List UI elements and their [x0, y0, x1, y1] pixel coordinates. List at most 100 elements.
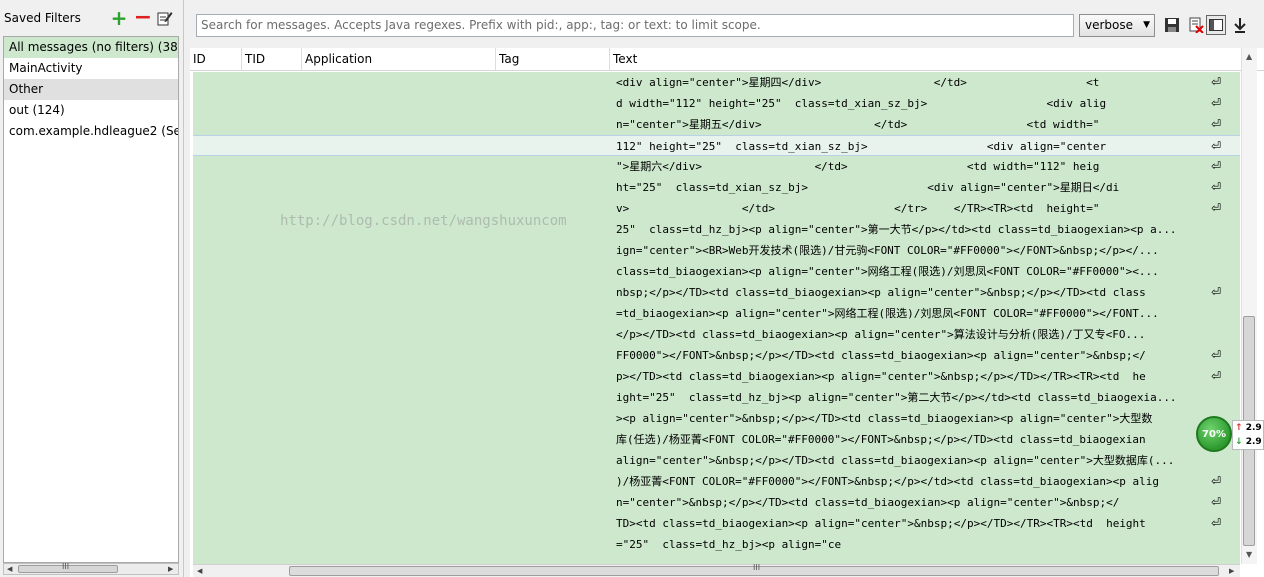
table-body: <div align="center">星期四</div> </td> <t ⏎ d… [193, 72, 1240, 564]
column-header-application[interactable]: Application [302, 48, 496, 71]
scroll-down-icon[interactable]: ▼ [1246, 550, 1252, 559]
log-text-cell: ">星期六</div> </td> <td width="112" heig [616, 160, 1100, 173]
filter-item-other[interactable]: Other [4, 79, 178, 100]
table-row[interactable]: ><p align="center">&nbsp;</p></TD><td cl… [193, 408, 1240, 429]
edit-filter-icon[interactable] [157, 10, 173, 26]
line-wrap-icon: ⏎ [1211, 285, 1222, 299]
table-row[interactable]: <div align="center">星期四</div> </td> <t ⏎ [193, 72, 1240, 93]
column-header-tag[interactable]: Tag [496, 48, 610, 71]
filter-list-hscrollbar[interactable]: ◀ III ▶ [3, 562, 179, 575]
scroll-left-icon[interactable]: ◀ [7, 565, 12, 573]
log-text-cell: ight="25" class=td_hz_bj><p align="cente… [616, 391, 1177, 404]
filter-label: MainActivity [9, 61, 83, 75]
table-row[interactable]: )/杨亚菁<FONT COLOR="#FF0000"></FONT>&nbsp;… [193, 471, 1240, 492]
search-input[interactable]: Search for messages. Accepts Java regexe… [196, 14, 1074, 37]
upload-line: ↑ 2.9 [1233, 421, 1263, 435]
scroll-lock-icon[interactable] [1230, 15, 1250, 35]
table-row[interactable]: align="center">&nbsp;</p></TD><td class=… [193, 450, 1240, 471]
table-row[interactable]: nbsp;</p></TD><td class=td_biaogexian><p… [193, 282, 1240, 303]
scroll-up-icon[interactable]: ▲ [1246, 52, 1252, 61]
line-wrap-icon: ⏎ [1211, 516, 1222, 530]
line-wrap-icon: ⏎ [1211, 495, 1222, 509]
table-row[interactable]: 库(任选)/杨亚菁<FONT COLOR="#FF0000"></FONT>&n… [193, 429, 1240, 450]
chevron-down-icon: ▼ [1143, 20, 1150, 30]
log-text-cell: TD><td class=td_biaogexian><p align="cen… [616, 517, 1146, 530]
log-text-cell: n="center">&nbsp;</p></TD><td class=td_b… [616, 496, 1120, 509]
filter-label: All messages (no filters) (381 [9, 40, 178, 54]
download-arrow-icon: ↓ [1235, 437, 1243, 447]
table-row[interactable]: class=td_biaogexian><p align="center">网络… [193, 261, 1240, 282]
column-header-text[interactable]: Text [610, 48, 1240, 71]
line-wrap-icon: ⏎ [1211, 117, 1222, 131]
filter-label: Other [9, 82, 44, 96]
table-row[interactable]: p></TD><td class=td_biaogexian><p align=… [193, 366, 1240, 387]
filter-item-out[interactable]: out (124) [4, 100, 178, 121]
log-text-cell: 25" class=td_hz_bj><p align="center">第一大… [616, 223, 1177, 236]
log-text-cell: align="center">&nbsp;</p></TD><td class=… [616, 454, 1175, 467]
log-text-cell: 112" height="25" class=td_xian_sz_bj> <d… [616, 140, 1107, 153]
download-line: ↓ 2.9 [1233, 435, 1263, 449]
column-header-id[interactable]: ID [190, 48, 242, 71]
table-row[interactable]: n="center">星期五</div> </td> <td width=" ⏎ [193, 114, 1240, 135]
upload-speed: 2.9 [1245, 423, 1262, 433]
table-header: ID TID Application Tag Text [190, 48, 1264, 71]
log-text-cell: nbsp;</p></TD><td class=td_biaogexian><p… [616, 286, 1146, 299]
table-row[interactable]: ="25" class=td_hz_bj><p align="ce [193, 534, 1240, 555]
table-row[interactable]: 112" height="25" class=td_xian_sz_bj> <d… [193, 135, 1240, 156]
network-speed-panel: ↑ 2.9 ↓ 2.9 [1232, 420, 1264, 450]
line-wrap-icon: ⏎ [1211, 159, 1222, 173]
table-row[interactable]: ign="center"><BR>Web开发技术(限选)/甘元驹<FONT CO… [193, 240, 1240, 261]
clear-log-icon[interactable] [1186, 15, 1206, 35]
filter-item-mainactivity[interactable]: MainActivity [4, 58, 178, 79]
log-text-cell: =td_biaogexian><p align="center">网络工程(限选… [616, 307, 1159, 320]
save-icon[interactable] [1162, 15, 1182, 35]
log-text-cell: ="25" class=td_hz_bj><p align="ce [616, 538, 842, 551]
table-row[interactable]: d width="112" height="25" class=td_xian_… [193, 93, 1240, 114]
table-row[interactable]: ht="25" class=td_xian_sz_bj> <div align=… [193, 177, 1240, 198]
table-hscrollbar[interactable]: ◀ III ▶ [193, 563, 1240, 577]
line-wrap-icon: ⏎ [1211, 369, 1222, 383]
log-table: ID TID Application Tag Text <div align="… [190, 48, 1264, 577]
table-row[interactable]: TD><td class=td_biaogexian><p align="cen… [193, 513, 1240, 534]
saved-filters-header: Saved Filters + − [0, 0, 184, 36]
scroll-grip: III [753, 563, 761, 572]
upload-arrow-icon: ↑ [1235, 423, 1243, 433]
filter-item-hdleague2[interactable]: com.example.hdleague2 (Ses [4, 121, 178, 142]
log-text-cell: )/杨亚菁<FONT COLOR="#FF0000"></FONT>&nbsp;… [616, 475, 1159, 488]
log-text-cell: <div align="center">星期四</div> </td> <t [616, 76, 1100, 89]
network-percent-badge: 70% [1196, 416, 1232, 452]
filter-item-all-messages[interactable]: All messages (no filters) (381 [4, 37, 178, 58]
log-text-cell: ign="center"><BR>Web开发技术(限选)/甘元驹<FONT CO… [616, 244, 1159, 257]
table-row[interactable]: =td_biaogexian><p align="center">网络工程(限选… [193, 303, 1240, 324]
log-text-cell: 库(任选)/杨亚菁<FONT COLOR="#FF0000"></FONT>&n… [616, 433, 1146, 446]
table-row[interactable]: ight="25" class=td_hz_bj><p align="cente… [193, 387, 1240, 408]
network-speed-widget[interactable]: 70% ↑ 2.9 ↓ 2.9 [1196, 416, 1264, 454]
log-text-cell: v> </td> </tr> </TR><TR><td height=" [616, 202, 1100, 215]
table-vscrollbar[interactable]: ▲ ▼ [1241, 48, 1257, 564]
scroll-left-icon[interactable]: ◀ [197, 567, 202, 575]
log-text-cell: p></TD><td class=td_biaogexian><p align=… [616, 370, 1146, 383]
scroll-right-icon[interactable]: ▶ [1229, 567, 1234, 575]
line-wrap-icon: ⏎ [1211, 474, 1222, 488]
line-wrap-icon: ⏎ [1211, 96, 1222, 110]
scroll-right-icon[interactable]: ▶ [168, 565, 173, 573]
table-row[interactable]: n="center">&nbsp;</p></TD><td class=td_b… [193, 492, 1240, 513]
filter-label: out (124) [9, 103, 65, 117]
column-header-tid[interactable]: TID [242, 48, 302, 71]
line-wrap-icon: ⏎ [1211, 348, 1222, 362]
add-filter-icon[interactable]: + [111, 8, 128, 28]
log-level-select[interactable]: verbose ▼ [1079, 14, 1155, 37]
log-text-cell: </p></TD><td class=td_biaogexian><p alig… [616, 328, 1146, 341]
table-row[interactable]: ">星期六</div> </td> <td width="112" heig ⏎ [193, 156, 1240, 177]
log-text-cell: class=td_biaogexian><p align="center">网络… [616, 265, 1159, 278]
line-wrap-icon: ⏎ [1211, 201, 1222, 215]
watermark: http://blog.csdn.net/wangshuxuncom [280, 213, 567, 229]
table-row[interactable]: </p></TD><td class=td_biaogexian><p alig… [193, 324, 1240, 345]
filter-list: All messages (no filters) (381 MainActiv… [3, 36, 179, 563]
remove-filter-icon[interactable]: − [134, 7, 152, 29]
saved-filters-panel: Saved Filters + − All messages (no filte… [0, 0, 184, 577]
table-row[interactable]: FF0000"></FONT>&nbsp;</p></TD><td class=… [193, 345, 1240, 366]
toggle-panel-icon[interactable] [1206, 15, 1226, 35]
log-text-cell: n="center">星期五</div> </td> <td width=" [616, 118, 1100, 131]
filter-label: com.example.hdleague2 (Ses [9, 124, 178, 138]
